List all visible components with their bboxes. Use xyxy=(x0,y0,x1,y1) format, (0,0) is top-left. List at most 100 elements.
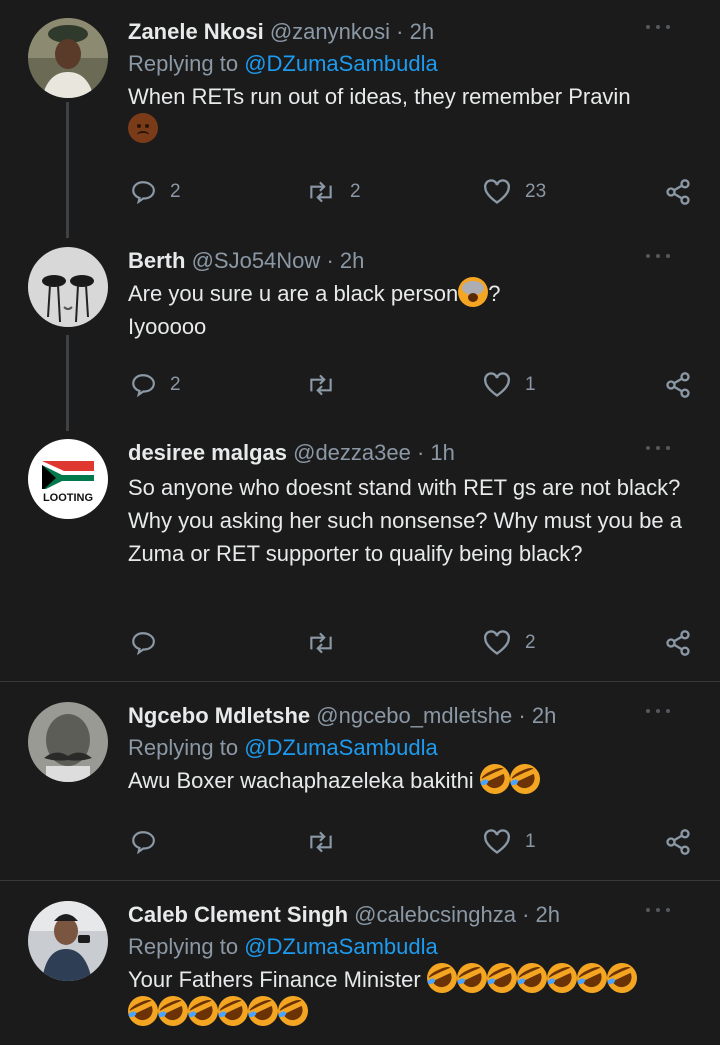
replying-to-label: Replying to xyxy=(128,934,239,959)
like-icon xyxy=(484,372,510,397)
replying-to: Replying to @DZumaSambudla xyxy=(128,933,700,961)
share-icon xyxy=(666,179,690,205)
retweet-button[interactable] xyxy=(306,627,336,659)
like-count: 1 xyxy=(525,831,536,852)
crying-face-emoji xyxy=(458,277,489,307)
user-handle[interactable]: @calebcsinghza xyxy=(354,902,516,927)
reply-icon xyxy=(132,181,155,205)
more-icon[interactable] xyxy=(646,905,670,915)
timestamp[interactable]: · 2h xyxy=(518,703,556,728)
avatar[interactable] xyxy=(28,247,108,327)
tweet-actions: 1 xyxy=(128,826,700,858)
tweet-text-suffix: ? xyxy=(488,281,501,306)
share-icon xyxy=(666,829,690,855)
retweet-icon xyxy=(310,632,332,654)
share-button[interactable] xyxy=(664,627,692,659)
tweet-header: Zanele Nkosi @zanynkosi · 2h xyxy=(128,18,700,46)
avatar[interactable]: LOOTING xyxy=(28,439,108,519)
pensive-face-emoji xyxy=(128,113,158,143)
tweet-text: Are you sure u are a black person? Iyooo… xyxy=(128,277,700,343)
display-name[interactable]: Ngcebo Mdletshe xyxy=(128,703,310,728)
rofl-emoji xyxy=(504,759,545,799)
replying-to-label: Replying to xyxy=(128,735,239,760)
user-handle[interactable]: @SJo54Now xyxy=(192,248,321,273)
share-button[interactable] xyxy=(664,369,692,401)
more-icon[interactable] xyxy=(646,251,670,261)
tweet-text: Your Fathers Finance Minister xyxy=(123,958,700,1031)
reply-button[interactable]: 2 xyxy=(130,369,181,401)
like-icon xyxy=(484,630,510,655)
share-icon xyxy=(666,372,690,398)
retweet-button[interactable] xyxy=(306,826,336,858)
tweet-actions: 2 1 xyxy=(128,369,700,401)
tweet-actions: 2 xyxy=(128,627,700,659)
timestamp[interactable]: · 2h xyxy=(522,902,560,927)
retweet-count: 2 xyxy=(350,181,361,202)
tweet-text-line: Iyooooo xyxy=(128,314,207,339)
tweet-text-body: Your Fathers Finance Minister xyxy=(128,967,421,992)
timestamp[interactable]: · 1h xyxy=(417,440,455,465)
mention-link[interactable]: @DZumaSambudla xyxy=(244,735,438,760)
like-count: 1 xyxy=(525,374,536,395)
reply-icon xyxy=(132,374,155,398)
like-button[interactable]: 2 xyxy=(483,627,536,659)
more-icon[interactable] xyxy=(646,22,670,32)
tweet-text: When RETs run out of ideas, they remembe… xyxy=(128,80,700,146)
more-icon[interactable] xyxy=(646,706,670,716)
like-button[interactable]: 23 xyxy=(483,176,546,208)
retweet-button[interactable] xyxy=(306,369,336,401)
tweet-text: Awu Boxer wachaphazeleka bakithi xyxy=(128,759,700,799)
rofl-emoji xyxy=(601,958,642,998)
reply-count: 2 xyxy=(170,374,181,395)
replying-to-label: Replying to xyxy=(128,51,239,76)
tweet-text-line: Are you sure u are a black person xyxy=(128,281,459,306)
reply-icon xyxy=(132,831,155,855)
reply-icon xyxy=(132,632,155,656)
display-name[interactable]: desiree malgas xyxy=(128,440,287,465)
like-count: 2 xyxy=(525,632,536,653)
user-handle[interactable]: @ngcebo_mdletshe xyxy=(316,703,512,728)
reply-button[interactable]: 2 xyxy=(130,176,181,208)
reply-button[interactable] xyxy=(130,627,156,659)
retweet-icon xyxy=(310,831,332,853)
tweet-header: Ngcebo Mdletshe @ngcebo_mdletshe · 2h xyxy=(128,702,700,730)
display-name[interactable]: Zanele Nkosi xyxy=(128,19,264,44)
like-button[interactable]: 1 xyxy=(483,826,536,858)
thread-line xyxy=(66,102,69,238)
avatar[interactable] xyxy=(28,702,108,782)
like-icon xyxy=(484,829,510,854)
tweet-header: Berth @SJo54Now · 2h xyxy=(128,247,700,275)
timestamp[interactable]: · 2h xyxy=(326,248,364,273)
avatar-text: LOOTING xyxy=(43,492,93,504)
rofl-emoji xyxy=(273,991,313,1031)
tweet-text: So anyone who doesnt stand with RET gs a… xyxy=(128,475,682,566)
reply-button[interactable] xyxy=(130,826,156,858)
like-icon xyxy=(484,179,510,204)
tweet-text-body: Awu Boxer wachaphazeleka bakithi xyxy=(128,768,474,793)
share-icon xyxy=(666,630,690,656)
retweet-icon xyxy=(310,374,332,396)
user-handle[interactable]: @dezza3ee xyxy=(293,440,411,465)
share-button[interactable] xyxy=(664,176,692,208)
thread-line xyxy=(66,335,69,431)
mention-link[interactable]: @DZumaSambudla xyxy=(244,934,438,959)
like-button[interactable]: 1 xyxy=(483,369,536,401)
divider xyxy=(0,681,720,682)
more-icon[interactable] xyxy=(646,443,670,453)
tweet-text-body: When RETs run out of ideas, they remembe… xyxy=(128,84,631,109)
like-count: 23 xyxy=(525,181,547,202)
retweet-button[interactable]: 2 xyxy=(306,176,361,208)
tweet-header: Caleb Clement Singh @calebcsinghza · 2h xyxy=(128,901,700,929)
divider xyxy=(0,880,720,881)
share-button[interactable] xyxy=(664,826,692,858)
mention-link[interactable]: @DZumaSambudla xyxy=(244,51,438,76)
user-handle[interactable]: @zanynkosi xyxy=(270,19,390,44)
display-name[interactable]: Berth xyxy=(128,248,185,273)
replying-to: Replying to @DZumaSambudla xyxy=(128,50,700,78)
avatar[interactable] xyxy=(28,901,108,981)
timestamp[interactable]: · 2h xyxy=(396,19,434,44)
tweet-header: desiree malgas @dezza3ee · 1h xyxy=(128,439,700,467)
avatar[interactable] xyxy=(28,18,108,98)
retweet-icon xyxy=(310,181,332,203)
display-name[interactable]: Caleb Clement Singh xyxy=(128,902,348,927)
